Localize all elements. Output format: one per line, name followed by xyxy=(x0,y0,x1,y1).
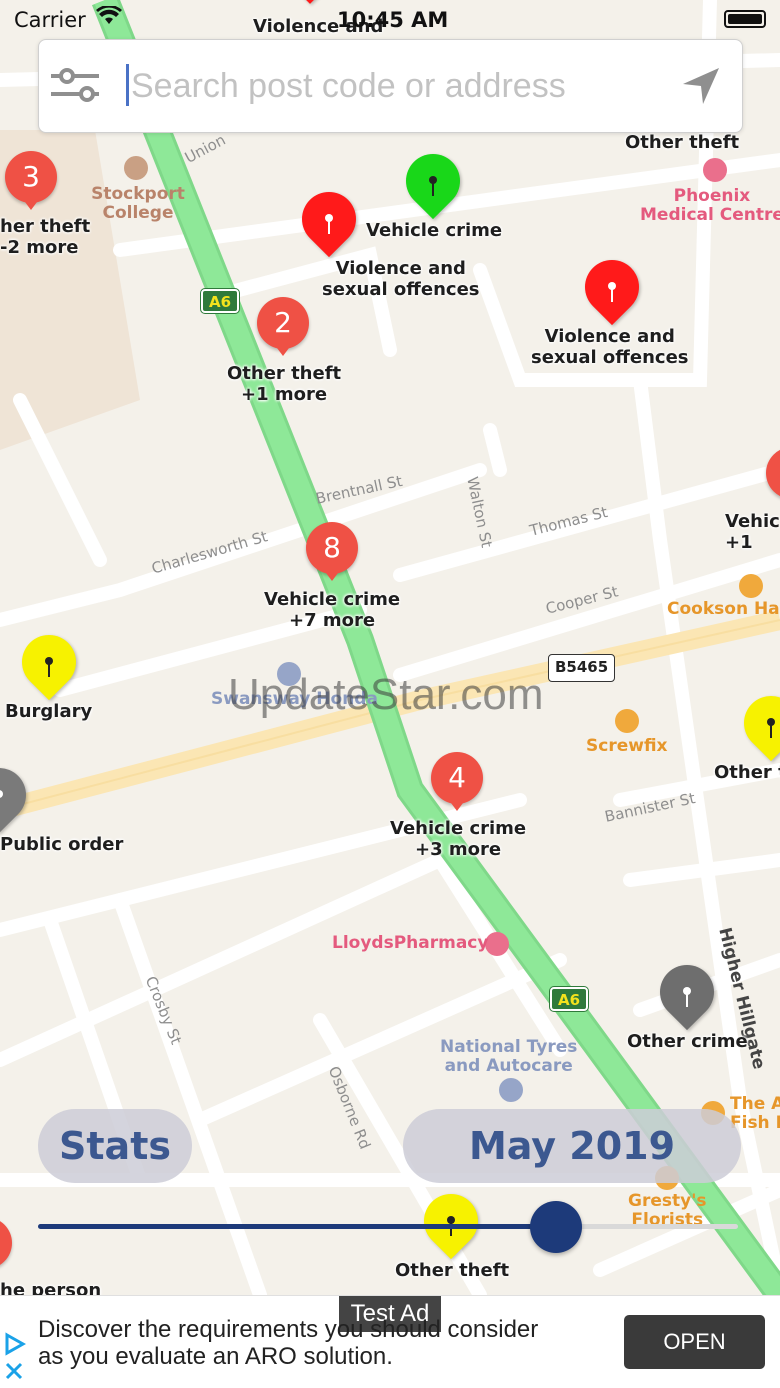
battery-icon xyxy=(724,10,766,28)
marker-label: Other theft xyxy=(395,1260,510,1281)
adchoices-icon[interactable] xyxy=(4,1332,27,1382)
marker-label: Public order xyxy=(0,834,124,855)
marker-label: Vehic +1 xyxy=(725,511,780,553)
cluster-label: Vehicle crime +3 more xyxy=(390,818,527,860)
crime-marker-public-order[interactable] xyxy=(0,756,38,834)
crime-marker-violence[interactable] xyxy=(290,180,368,258)
crime-marker-violence[interactable] xyxy=(573,248,651,326)
location-arrow-icon[interactable] xyxy=(679,64,723,108)
filter-icon[interactable] xyxy=(49,68,101,102)
medical-icon xyxy=(703,158,727,182)
cluster-pointer xyxy=(448,799,466,811)
marker-label: Violence and sexual offences xyxy=(322,258,480,300)
ad-banner[interactable]: Test Ad Discover the requirements you sh… xyxy=(0,1295,780,1388)
crime-marker-other-theft[interactable] xyxy=(732,684,780,762)
marker-label: Vehicle crime xyxy=(366,220,503,241)
crime-marker-other-crime[interactable] xyxy=(648,953,726,1031)
crime-cluster[interactable]: 3 xyxy=(5,151,57,203)
road-shield-b5465: B5465 xyxy=(548,654,616,682)
pharmacy-icon xyxy=(485,932,509,956)
poi-screwfix: Screwfix xyxy=(586,736,668,756)
cluster-label: her theft -2 more xyxy=(0,216,91,258)
marker-label: Other theft xyxy=(625,132,740,153)
wifi-icon xyxy=(96,4,122,26)
cluster-label: Vehicle crime +7 more xyxy=(264,589,401,631)
month-selector-button[interactable]: May 2019 xyxy=(403,1109,741,1183)
poi-phoenix-medical: Phoenix Medical Centre xyxy=(640,186,780,225)
poi-stockport-college: Stockport College xyxy=(91,184,185,223)
bag-icon xyxy=(615,709,639,733)
crime-map[interactable]: Stockport College Phoenix Medical Centre… xyxy=(0,0,780,1295)
search-bar xyxy=(38,39,743,133)
crime-cluster[interactable]: 8 xyxy=(306,522,358,574)
bag-icon xyxy=(739,574,763,598)
road-shield-a6: A6 xyxy=(201,289,240,313)
poi-cookson: Cookson Har xyxy=(667,599,780,619)
graduation-cap-icon xyxy=(124,156,148,180)
poi-national-tyres: National Tyres and Autocare xyxy=(440,1037,578,1076)
marker-label: Other crime xyxy=(627,1031,748,1052)
watermark: UpdateStar.com xyxy=(228,670,544,719)
crime-marker-vehicle[interactable] xyxy=(394,142,472,220)
road-shield-a6: A6 xyxy=(550,987,589,1011)
marker-label: Violence and sexual offences xyxy=(531,326,689,368)
clock: 10:45 AM xyxy=(337,8,449,32)
crime-cluster[interactable]: 2 xyxy=(257,297,309,349)
month-slider-fill xyxy=(38,1224,556,1229)
month-slider[interactable] xyxy=(38,1224,738,1229)
ad-text: Discover the requirements you should con… xyxy=(38,1316,539,1370)
cluster-pointer xyxy=(323,569,341,581)
status-bar: Carrier 10:45 AM xyxy=(0,0,780,40)
crime-cluster[interactable]: 4 xyxy=(431,752,483,804)
poi-lloyds: LloydsPharmacy xyxy=(332,933,489,953)
car-icon xyxy=(499,1078,523,1102)
cluster-pointer xyxy=(22,198,40,210)
ad-open-button[interactable]: OPEN xyxy=(624,1315,765,1369)
crime-marker-burglary[interactable] xyxy=(10,623,88,701)
search-input[interactable] xyxy=(129,60,653,112)
poi-fish-bar: The A Fish B xyxy=(730,1094,780,1133)
month-slider-thumb[interactable] xyxy=(530,1201,582,1253)
marker-label: Burglary xyxy=(5,701,93,722)
cluster-label: Other theft +1 more xyxy=(227,363,342,405)
stats-button[interactable]: Stats xyxy=(38,1109,192,1183)
carrier-label: Carrier xyxy=(14,8,86,32)
marker-label: he person xyxy=(0,1280,102,1295)
marker-label: Other t xyxy=(714,762,780,783)
cluster-pointer xyxy=(274,344,292,356)
